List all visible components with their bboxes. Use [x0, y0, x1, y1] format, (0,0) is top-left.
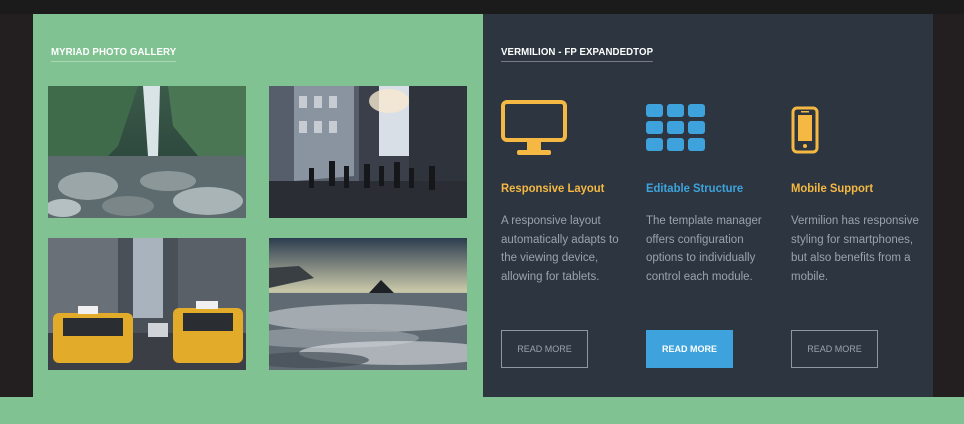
read-more-button[interactable]: READ MORE [501, 330, 588, 368]
feature-description: Vermilion has responsive styling for sma… [791, 215, 919, 283]
taxis-image [48, 238, 246, 370]
photo-gallery-module: MYRIAD PHOTO GALLERY [33, 14, 483, 397]
city-street-image [269, 86, 467, 218]
features-module: VERMILION - FP EXPANDEDTOP Responsive La… [483, 14, 933, 397]
feature-description: A responsive layout automatically adapts… [501, 215, 619, 283]
feature-description: The template manager offers configuratio… [646, 215, 762, 283]
gallery-photo-waterfall[interactable] [48, 86, 246, 218]
feature-editable-structure: Editable Structure The template manager … [646, 100, 776, 286]
monitor-icon [501, 100, 631, 158]
top-bar [0, 0, 964, 14]
phone-icon [791, 100, 921, 158]
gallery-title: MYRIAD PHOTO GALLERY [51, 46, 177, 62]
feature-heading: Mobile Support [791, 181, 874, 195]
waterfall-image [48, 86, 246, 218]
feature-responsive-layout: Responsive Layout A responsive layout au… [501, 100, 631, 286]
feature-mobile-support: Mobile Support Vermilion has responsive … [791, 100, 921, 286]
gallery-photo-city-street[interactable] [269, 86, 467, 218]
sea-shore-image [269, 238, 467, 370]
read-more-button[interactable]: READ MORE [646, 330, 733, 368]
grid-icon [646, 100, 776, 158]
feature-heading: Responsive Layout [501, 181, 605, 195]
feature-heading: Editable Structure [646, 181, 744, 195]
gallery-photo-sea-shore[interactable] [269, 238, 467, 370]
gallery-photo-taxis[interactable] [48, 238, 246, 370]
features-title: VERMILION - FP EXPANDEDTOP [501, 46, 654, 62]
read-more-button[interactable]: READ MORE [791, 330, 878, 368]
footer-strip [0, 397, 964, 424]
